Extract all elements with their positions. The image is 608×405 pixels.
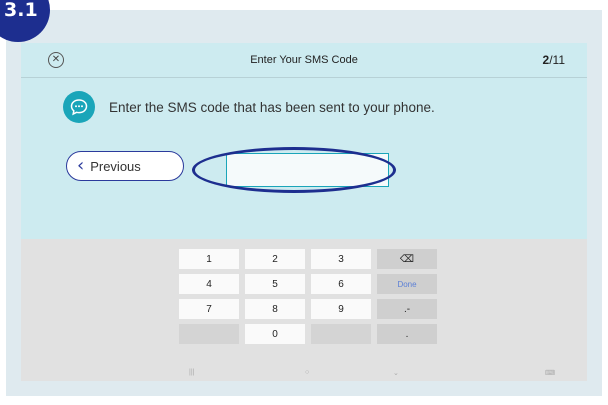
previous-button-label: Previous (90, 158, 141, 174)
top-bar: ✕ Enter Your SMS Code 2/11 (21, 43, 587, 78)
progress-total: /11 (549, 53, 565, 67)
previous-button[interactable]: ‹ Previous (66, 151, 184, 181)
punctuation-key[interactable]: .- (377, 299, 437, 319)
numeric-keyboard: 1 2 3 ⌫ 4 5 6 Done 7 8 9 .- 0 . ||| ○ ⌄ … (21, 239, 587, 381)
app-screen: ✕ Enter Your SMS Code 2/11 Enter the SMS… (21, 43, 587, 381)
blank-key-left (179, 324, 239, 344)
key-0[interactable]: 0 (245, 324, 305, 344)
back-chevron-icon[interactable]: ⌄ (393, 369, 399, 377)
prompt-row: Enter the SMS code that has been sent to… (63, 91, 435, 123)
home-icon[interactable]: ○ (305, 369, 309, 376)
recent-apps-icon[interactable]: ||| (189, 369, 194, 376)
backspace-key[interactable]: ⌫ (377, 249, 437, 269)
key-4[interactable]: 4 (179, 274, 239, 294)
key-1[interactable]: 1 (179, 249, 239, 269)
dot-key[interactable]: . (377, 324, 437, 344)
key-9[interactable]: 9 (311, 299, 371, 319)
key-6[interactable]: 6 (311, 274, 371, 294)
done-key[interactable]: Done (377, 274, 437, 294)
chat-bubble-icon (63, 91, 95, 123)
key-5[interactable]: 5 (245, 274, 305, 294)
prompt-text: Enter the SMS code that has been sent to… (109, 99, 435, 115)
keyboard-switch-icon[interactable]: ⌨ (545, 369, 555, 377)
key-8[interactable]: 8 (245, 299, 305, 319)
key-3[interactable]: 3 (311, 249, 371, 269)
chevron-left-icon: ‹ (77, 155, 85, 176)
sms-code-input[interactable] (226, 153, 389, 187)
page-title: Enter Your SMS Code (250, 54, 358, 66)
key-2[interactable]: 2 (245, 249, 305, 269)
key-7[interactable]: 7 (179, 299, 239, 319)
step-progress: 2/11 (543, 53, 565, 67)
blank-key-right (311, 324, 371, 344)
